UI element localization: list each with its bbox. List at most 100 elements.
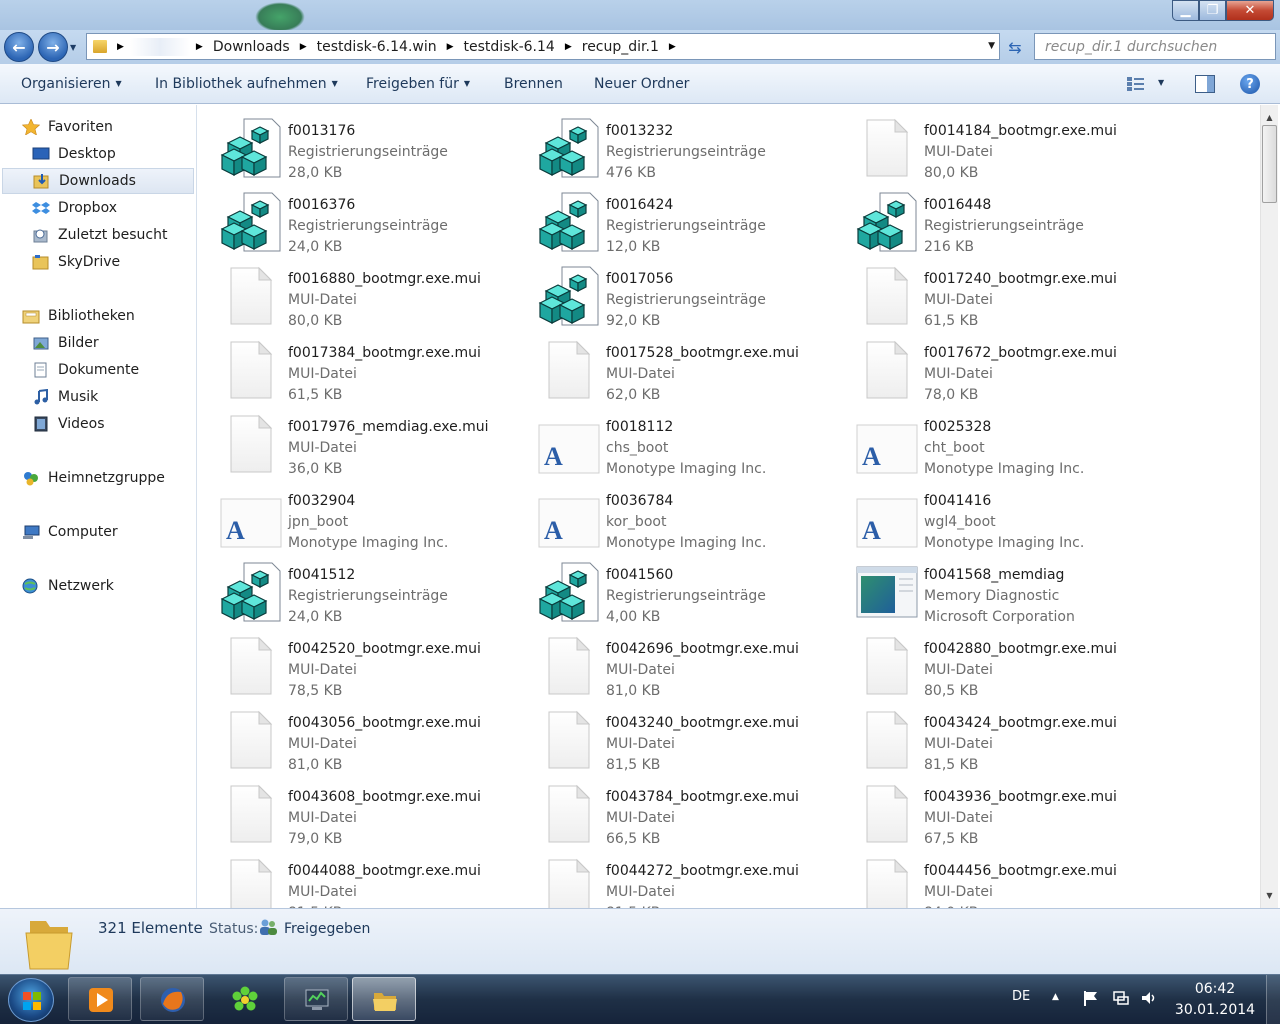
action-center-flag-icon[interactable] [1082,989,1100,1007]
file-item[interactable]: f0017976_memdiag.exe.mui MUI-Datei 36,0 KB [198,407,498,477]
file-item[interactable]: Af0036784 kor_boot Monotype Imaging Inc. [516,481,816,551]
breadcrumb-testdisk[interactable]: testdisk-6.14 [460,34,559,59]
sidebar-item-dropbox[interactable]: Dropbox [32,195,117,221]
language-indicator[interactable]: DE [1012,989,1030,1004]
new-folder-button[interactable]: Neuer Ordner [594,76,689,92]
breadcrumb-separator-icon[interactable]: ▶ [294,42,313,52]
file-item[interactable]: Af0032904 jpn_boot Monotype Imaging Inc. [198,481,498,551]
sidebar-item-documents[interactable]: Dokumente [32,357,139,383]
file-item[interactable]: f0043936_bootmgr.exe.mui MUI-Datei 67,5 KB [834,777,1134,847]
add-to-library-button[interactable]: In Bibliothek aufnehmen ▼ [155,76,338,92]
file-item[interactable]: f0014184_bootmgr.exe.mui MUI-Datei 80,0 KB [834,111,1134,181]
sidebar-item-network[interactable]: Netzwerk [22,573,114,599]
file-item[interactable]: f0017384_bootmgr.exe.mui MUI-Datei 61,5 KB [198,333,498,403]
maximize-button[interactable]: ❐ [1199,0,1226,21]
file-item[interactable]: f0042696_bootmgr.exe.mui MUI-Datei 81,0 KB [516,629,816,699]
sidebar-item-favorites[interactable]: Favoriten [22,114,113,140]
preview-pane-icon[interactable] [1195,75,1215,93]
breadcrumb-separator-icon[interactable]: ▶ [190,42,209,52]
close-button[interactable]: ✕ [1226,0,1274,21]
file-item[interactable]: f0043056_bootmgr.exe.mui MUI-Datei 81,0 KB [198,703,498,773]
file-item[interactable]: f0016424 Registrierungseinträge 12,0 KB [516,185,816,255]
file-item[interactable]: f0041560 Registrierungseinträge 4,00 KB [516,555,816,625]
burn-button[interactable]: Brennen [504,76,563,92]
show-hidden-icons-icon[interactable]: ▲ [1052,992,1059,1002]
share-with-button[interactable]: Freigeben für ▼ [366,76,470,92]
file-item[interactable]: f0042520_bootmgr.exe.mui MUI-Datei 78,5 KB [198,629,498,699]
sidebar-item-computer[interactable]: Computer [22,519,118,545]
scrollbar-thumb[interactable] [1262,125,1277,203]
file-item[interactable]: f0016448 Registrierungseinträge 216 KB [834,185,1134,255]
file-item[interactable]: f0017240_bootmgr.exe.mui MUI-Datei 61,5 KB [834,259,1134,329]
breadcrumb-testdisk-win[interactable]: testdisk-6.14.win [313,34,441,59]
file-item[interactable]: f0013232 Registrierungseinträge 476 KB [516,111,816,181]
taskbar-media-player[interactable] [68,977,132,1021]
window-controls: ▁ ❐ ✕ [1172,0,1274,21]
help-icon[interactable]: ? [1240,74,1260,94]
file-item[interactable]: f0016880_bootmgr.exe.mui MUI-Datei 80,0 KB [198,259,498,329]
file-size: 92,0 KB [606,313,661,329]
file-type: chs_boot [606,440,669,456]
file-item[interactable]: f0013176 Registrierungseinträge 28,0 KB [198,111,498,181]
volume-icon[interactable] [1140,989,1158,1007]
sidebar-item-recent[interactable]: Zuletzt besucht [32,222,167,248]
forward-button[interactable]: → [38,32,68,62]
file-item[interactable]: f0042880_bootmgr.exe.mui MUI-Datei 80,5 KB [834,629,1134,699]
breadcrumb-recup-dir[interactable]: recup_dir.1 [578,34,663,59]
view-options-dropdown[interactable]: ▼ [1158,78,1164,87]
scroll-up-arrow-icon[interactable]: ▲ [1261,109,1278,126]
file-item[interactable]: f0041512 Registrierungseinträge 24,0 KB [198,555,498,625]
file-item[interactable]: f0016376 Registrierungseinträge 24,0 KB [198,185,498,255]
file-item[interactable]: f0041568_memdiag Memory Diagnostic Microso… [834,555,1134,625]
network-status-icon[interactable] [1112,989,1130,1007]
taskbar-icq[interactable] [212,977,276,1021]
show-desktop-button[interactable] [1266,975,1280,1024]
sidebar-item-downloads[interactable]: Downloads [2,168,194,194]
address-history-dropdown[interactable]: ▼ [988,41,995,51]
windows-logo-icon [23,992,41,1010]
sidebar-item-videos[interactable]: Videos [32,411,105,437]
file-item[interactable]: f0044272_bootmgr.exe.muiMUI-Datei81,5 KB [516,851,816,908]
file-item[interactable]: f0043784_bootmgr.exe.mui MUI-Datei 66,5 KB [516,777,816,847]
file-item[interactable]: Af0025328 cht_boot Monotype Imaging Inc. [834,407,1134,477]
file-item[interactable]: f0017528_bootmgr.exe.mui MUI-Datei 62,0 KB [516,333,816,403]
start-button[interactable] [8,978,54,1022]
vertical-scrollbar[interactable]: ▲ ▼ [1260,105,1278,908]
file-item[interactable]: f0017056 Registrierungseinträge 92,0 KB [516,259,816,329]
file-item[interactable]: Af0041416 wgl4_boot Monotype Imaging Inc. [834,481,1134,551]
recent-pages-dropdown[interactable]: ▼ [70,43,76,52]
file-item[interactable]: f0043608_bootmgr.exe.mui MUI-Datei 79,0 KB [198,777,498,847]
file-item[interactable]: Af0018112 chs_boot Monotype Imaging Inc. [516,407,816,477]
address-bar[interactable]: ▶ ▶ Downloads ▶ testdisk-6.14.win ▶ test… [86,33,1000,60]
sidebar-item-libraries[interactable]: Bibliotheken [22,303,135,329]
file-item[interactable]: f0044088_bootmgr.exe.muiMUI-Datei81,5 KB [198,851,498,908]
file-item[interactable]: f0043240_bootmgr.exe.mui MUI-Datei 81,5 KB [516,703,816,773]
document-file-icon [230,636,273,695]
file-item[interactable]: f0043424_bootmgr.exe.mui MUI-Datei 81,5 KB [834,703,1134,773]
sidebar-item-skydrive[interactable]: SkyDrive [32,249,120,275]
organize-button[interactable]: Organisieren ▼ [21,76,122,92]
breadcrumb-separator-icon[interactable]: ▶ [441,42,460,52]
taskbar-system-monitor[interactable] [284,977,348,1021]
refresh-button[interactable]: ⇆ [1002,35,1028,59]
change-view-icon[interactable] [1126,76,1146,92]
sidebar-item-desktop[interactable]: Desktop [32,141,116,167]
file-item[interactable]: f0044456_bootmgr.exe.muiMUI-Datei84,0 KB [834,851,1134,908]
clock-date[interactable]: 30.01.2014 [1172,1002,1258,1018]
breadcrumb-separator-icon[interactable]: ▶ [111,42,130,52]
sidebar-item-music[interactable]: Musik [32,384,98,410]
taskbar-firefox[interactable] [140,977,204,1021]
breadcrumb-downloads[interactable]: Downloads [209,34,294,59]
breadcrumb-separator-icon[interactable]: ▶ [559,42,578,52]
breadcrumb-separator-icon[interactable]: ▶ [663,42,682,52]
sidebar-item-pictures[interactable]: Bilder [32,330,99,356]
clock-time[interactable]: 06:42 [1180,981,1250,997]
sidebar-item-homegroup[interactable]: Heimnetzgruppe [22,465,165,491]
file-item[interactable]: f0017672_bootmgr.exe.mui MUI-Datei 78,0 KB [834,333,1134,403]
taskbar-explorer[interactable] [352,977,416,1021]
back-button[interactable]: ← [4,32,34,62]
scroll-down-arrow-icon[interactable]: ▼ [1261,887,1278,904]
search-input[interactable]: recup_dir.1 durchsuchen [1034,33,1276,60]
desktop-background-fragment [255,2,305,32]
minimize-button[interactable]: ▁ [1172,0,1199,21]
